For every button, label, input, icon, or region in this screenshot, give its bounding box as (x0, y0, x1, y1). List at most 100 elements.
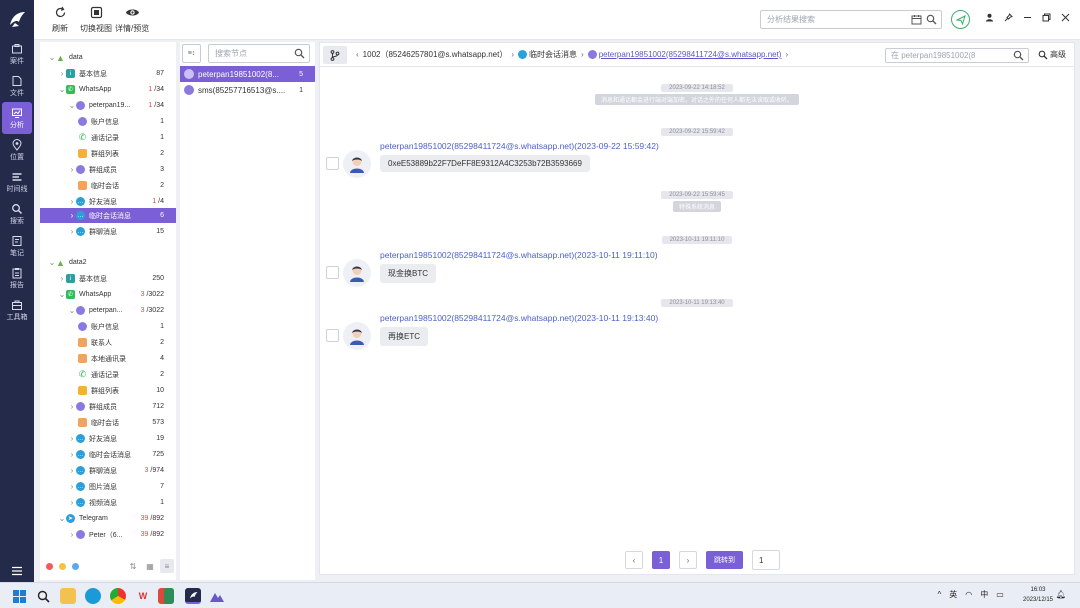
chrome-browser-icon[interactable] (110, 588, 126, 604)
rail-file[interactable]: 文件 (0, 70, 34, 102)
rail-note[interactable]: 笔记 (0, 230, 34, 262)
red-dot-icon[interactable] (46, 562, 53, 570)
message-bubble[interactable]: 现金换BTC (380, 264, 436, 283)
tree-node-group-messages[interactable]: › … 群聊消息 15 (68, 224, 176, 239)
breadcrumb-item-category[interactable]: 临时会话消息 (518, 49, 577, 60)
pin-icon[interactable] (1004, 13, 1013, 22)
tree-node-image-messages[interactable]: › … 图片消息 7 (68, 479, 176, 494)
rail-report[interactable]: 报告 (0, 262, 34, 294)
grid-view-icon[interactable]: ▦ (143, 559, 157, 573)
close-icon[interactable] (1061, 13, 1070, 22)
chevron-down-icon[interactable]: ⌄ (58, 290, 66, 299)
list-view-icon[interactable]: ≡ (160, 559, 174, 573)
tray-ime[interactable]: 中 (980, 589, 988, 600)
user-icon[interactable] (985, 13, 994, 22)
tree-node-group-list[interactable]: 群组列表 2 (78, 146, 176, 161)
tree-node-basic-info[interactable]: › i 基本信息 250 (58, 271, 176, 286)
breadcrumb-item-contact[interactable]: 1002（85246257801@s.whatsapp.net） (363, 49, 508, 60)
tree-node-contacts[interactable]: 联系人 2 (78, 335, 176, 350)
chevron-right-icon[interactable]: › (68, 482, 76, 491)
chevron-down-icon[interactable]: ⌄ (48, 258, 56, 267)
wifi-icon[interactable]: ◠ (965, 590, 972, 599)
rail-location[interactable]: 位置 (0, 134, 34, 166)
windows-start-icon[interactable] (11, 588, 27, 604)
node-item[interactable]: peterpan19851002(8... 5 (180, 66, 315, 82)
chevron-right-icon[interactable]: › (68, 197, 76, 206)
tree-node-group-members[interactable]: › 群组成员 3 (68, 162, 176, 177)
tree-node-video-messages[interactable]: › … 视频消息 1 (68, 495, 176, 510)
send-button[interactable] (951, 10, 970, 29)
tree-node-data[interactable]: ⌄ ▲ data (48, 50, 176, 65)
menu-button[interactable] (0, 566, 34, 576)
tree-node-temp-chat-messages[interactable]: › … 临时会话消息 725 (68, 447, 176, 462)
tree-node-account-info[interactable]: 账户信息 1 (78, 319, 176, 334)
message-bubble[interactable]: 再换ETC (380, 327, 428, 346)
chat-search-input[interactable]: 在 peterpan19851002(8 (885, 48, 1029, 63)
message-checkbox[interactable] (326, 329, 339, 342)
chevron-right-icon[interactable]: › (68, 227, 76, 236)
tree-node-basic-info[interactable]: › i 基本信息 87 (58, 66, 176, 81)
tree-node-temp-chat[interactable]: 临时会话 573 (78, 415, 176, 430)
edge-browser-icon[interactable] (85, 588, 101, 604)
calendar-icon[interactable] (911, 14, 922, 25)
tree-node-account[interactable]: ⌄ peterpan19... 1 /34 (68, 98, 176, 113)
tray-expand-icon[interactable]: ^ (938, 590, 942, 599)
tree-node-account-info[interactable]: 账户信息 1 (78, 114, 176, 129)
chevron-right-icon[interactable]: › (68, 466, 76, 475)
sort-icon[interactable]: ⇅ (126, 559, 140, 573)
tree-node-friend-messages[interactable]: › … 好友消息 1 /4 (68, 194, 176, 209)
rail-analysis[interactable]: 分析 (2, 102, 32, 134)
message-checkbox[interactable] (326, 157, 339, 170)
search-icon[interactable] (294, 48, 305, 59)
tree-node-call-log[interactable]: ✆ 通话记录 1 (78, 130, 176, 145)
tree-node-call-log[interactable]: ✆ 通话记录 2 (78, 367, 176, 382)
yellow-dot-icon[interactable] (59, 562, 66, 570)
analysis-search-input[interactable]: 分析结果搜索 (760, 10, 942, 29)
node-search-input[interactable]: 搜索节点 (208, 44, 310, 63)
chevron-right-icon[interactable]: › (785, 50, 788, 59)
tree-node-whatsapp[interactable]: ⌄ ✆ WhatsApp 3 /3022 (58, 287, 176, 302)
tree-node-group-messages[interactable]: › … 群聊消息 3 /974 (68, 463, 176, 478)
rail-toolbox[interactable]: 工具箱 (0, 294, 34, 326)
rail-timeline[interactable]: 时间线 (0, 166, 34, 198)
node-item[interactable]: sms(85257716513@s.... 1 (180, 82, 315, 98)
tree-node-local-contacts[interactable]: 本地通讯录 4 (78, 351, 176, 366)
tree-node-friend-messages[interactable]: › … 好友消息 19 (68, 431, 176, 446)
tree-node-account[interactable]: ⌄ peterpan... 3 /3022 (68, 303, 176, 318)
chevron-right-icon[interactable]: › (58, 69, 66, 78)
chevron-right-icon[interactable]: › (68, 530, 76, 539)
forensics-app-icon[interactable] (185, 588, 201, 604)
prev-page-button[interactable]: ‹ (625, 551, 643, 569)
chevron-down-icon[interactable]: ⌄ (58, 514, 66, 523)
tree-node-whatsapp[interactable]: ⌄ ✆ WhatsApp 1 /34 (58, 82, 176, 97)
tree-node-group-list[interactable]: 群组列表 10 (78, 383, 176, 398)
rail-search[interactable]: 搜索 (0, 198, 34, 230)
chevron-left-icon[interactable]: ‹ (356, 50, 359, 59)
branch-button[interactable] (323, 46, 347, 64)
chevron-down-icon[interactable]: ⌄ (48, 53, 56, 62)
jump-to-button[interactable]: 跳转到 (706, 551, 743, 569)
tree-node-telegram[interactable]: ⌄ ➤ Telegram 39 /892 (58, 511, 176, 526)
switch-view-button[interactable]: 切换视图 (80, 4, 112, 34)
tree-node-data2[interactable]: ⌄ ▲ data2 (48, 255, 176, 270)
message-checkbox[interactable] (326, 266, 339, 279)
search-icon[interactable] (926, 14, 937, 25)
tray-lang[interactable]: 英 (949, 589, 957, 600)
chevron-down-icon[interactable]: ⌄ (68, 306, 76, 315)
breadcrumb-item-current[interactable]: peterpan19851002(85298411724@s.whatsapp.… (587, 50, 781, 59)
message-sender[interactable]: peterpan19851002(85298411724@s.whatsapp.… (380, 250, 658, 260)
chevron-right-icon[interactable]: › (58, 274, 66, 283)
message-sender[interactable]: peterpan19851002(85298411724@s.whatsapp.… (380, 141, 659, 151)
rail-case[interactable]: 案件 (0, 38, 34, 70)
chevron-down-icon[interactable]: ⌄ (58, 85, 66, 94)
jump-page-input[interactable]: 1 (752, 550, 780, 570)
taskbar-clock[interactable]: 16:03 2023/12/15 (1020, 585, 1056, 605)
node-sort-button[interactable]: ≡↕ (182, 44, 201, 63)
blue-dot-icon[interactable] (72, 562, 79, 570)
advanced-search-button[interactable]: 高级 (1038, 49, 1066, 60)
chevron-right-icon[interactable]: › (68, 165, 76, 174)
tree-node-telegram-account[interactable]: › Peter（6... 39 /892 (68, 527, 176, 542)
tree-node-group-members[interactable]: › 群组成员 712 (68, 399, 176, 414)
chevron-right-icon[interactable]: › (68, 434, 76, 443)
tree-node-temp-chat[interactable]: 临时会话 2 (78, 178, 176, 193)
